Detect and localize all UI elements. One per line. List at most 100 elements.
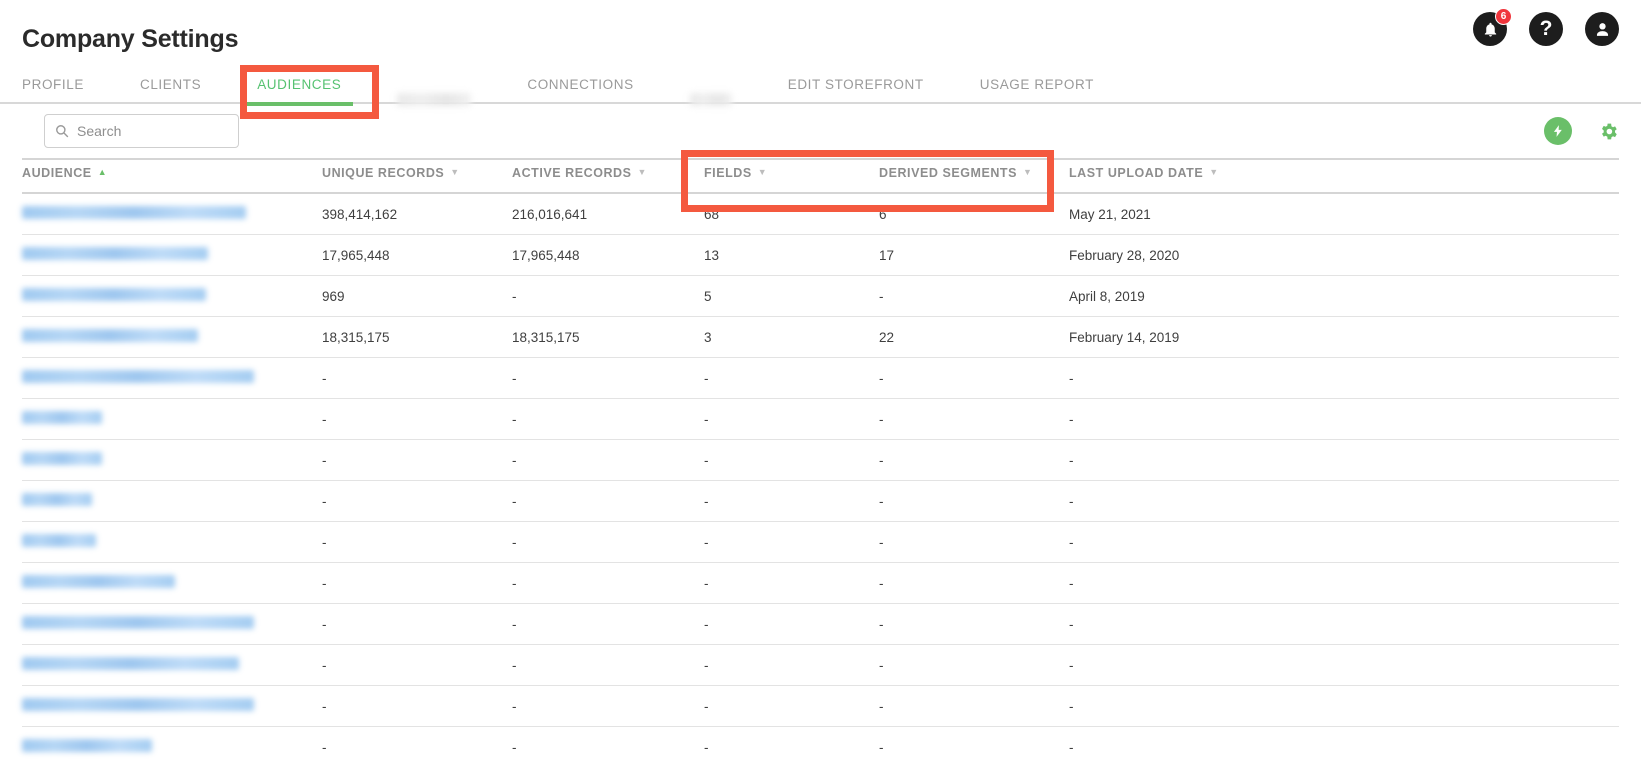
- audience-name-link[interactable]: [22, 206, 246, 219]
- tab-audiences[interactable]: AUDIENCES: [245, 77, 354, 106]
- cell-unique-records: 969: [322, 275, 512, 317]
- tab-redacted-2[interactable]: [690, 92, 732, 104]
- audience-name-link[interactable]: [22, 698, 254, 711]
- cell-active-records: -: [512, 439, 704, 481]
- cell-fields: 5: [704, 275, 879, 317]
- cell-derived-segments: -: [879, 685, 1069, 727]
- cell-active-records: 18,315,175: [512, 316, 704, 358]
- settings-tab-bar: PROFILE CLIENTS AUDIENCES CONNECTIONS ED…: [0, 64, 1641, 106]
- column-header-unique-records-label: UNIQUE RECORDS: [322, 166, 445, 180]
- cell-audience-name[interactable]: [22, 685, 322, 727]
- cell-audience-name[interactable]: [22, 644, 322, 686]
- table-header: AUDIENCE ▲ UNIQUE RECORDS ▼ ACTIVE RECORDS…: [22, 158, 1619, 194]
- cell-derived-segments: -: [879, 398, 1069, 440]
- tab-profile[interactable]: PROFILE: [22, 77, 84, 104]
- cell-audience-name[interactable]: [22, 275, 322, 317]
- quick-action-bolt-icon[interactable]: [1544, 117, 1572, 145]
- tab-connections[interactable]: CONNECTIONS: [527, 77, 633, 104]
- chevron-down-icon: ▼: [1209, 167, 1219, 177]
- cell-fields: -: [704, 521, 879, 563]
- cell-fields: -: [704, 726, 879, 766]
- search-box[interactable]: [44, 114, 239, 148]
- tab-clients[interactable]: CLIENTS: [140, 77, 201, 104]
- cell-audience-name[interactable]: [22, 193, 322, 235]
- table-row: 17,965,448 17,965,448 13 17 February 28, 202…: [22, 234, 1619, 276]
- cell-derived-segments: -: [879, 521, 1069, 563]
- cell-active-records: -: [512, 480, 704, 522]
- audience-name-link[interactable]: [22, 657, 239, 670]
- help-question-icon[interactable]: ?: [1529, 12, 1563, 46]
- settings-gear-icon[interactable]: [1598, 121, 1619, 142]
- table-row: -----: [22, 562, 1619, 604]
- tab-usage-report[interactable]: USAGE REPORT: [980, 77, 1094, 104]
- cell-active-records: 216,016,641: [512, 193, 704, 235]
- audience-name-link[interactable]: [22, 452, 102, 465]
- user-avatar-icon[interactable]: [1585, 12, 1619, 46]
- column-header-active-records-label: ACTIVE RECORDS: [512, 166, 632, 180]
- cell-unique-records: -: [322, 644, 512, 686]
- cell-derived-segments: -: [879, 603, 1069, 645]
- cell-audience-name[interactable]: [22, 357, 322, 399]
- audience-name-link[interactable]: [22, 288, 206, 301]
- search-input[interactable]: [77, 123, 228, 139]
- cell-fields: -: [704, 603, 879, 645]
- notification-count-badge: 6: [1495, 8, 1512, 25]
- column-header-audience[interactable]: AUDIENCE ▲: [22, 158, 322, 194]
- cell-fields: -: [704, 398, 879, 440]
- audience-name-link[interactable]: [22, 493, 92, 506]
- cell-unique-records: -: [322, 398, 512, 440]
- cell-fields: 13: [704, 234, 879, 276]
- cell-audience-name[interactable]: [22, 439, 322, 481]
- cell-last-upload-date: -: [1069, 357, 1619, 399]
- audience-name-link[interactable]: [22, 534, 96, 547]
- cell-last-upload-date: February 28, 2020: [1069, 234, 1619, 276]
- gear-glyph: [1602, 123, 1617, 139]
- cell-fields: -: [704, 644, 879, 686]
- cell-unique-records: 17,965,448: [322, 234, 512, 276]
- cell-fields: -: [704, 480, 879, 522]
- chevron-down-icon: ▼: [637, 167, 647, 177]
- cell-audience-name[interactable]: [22, 562, 322, 604]
- cell-unique-records: 18,315,175: [322, 316, 512, 358]
- audience-name-link[interactable]: [22, 616, 254, 629]
- tab-edit-storefront[interactable]: EDIT STOREFRONT: [788, 77, 924, 104]
- audience-name-link[interactable]: [22, 739, 152, 752]
- cell-audience-name[interactable]: [22, 316, 322, 358]
- column-header-active-records[interactable]: ACTIVE RECORDS ▼: [512, 158, 704, 194]
- column-header-fields[interactable]: FIELDS ▼: [704, 158, 879, 194]
- audience-name-link[interactable]: [22, 247, 208, 260]
- notifications-bell-icon[interactable]: 6: [1473, 8, 1512, 46]
- cell-audience-name[interactable]: [22, 726, 322, 766]
- table-row: 969-5- April 8, 2019: [22, 275, 1619, 317]
- cell-audience-name[interactable]: [22, 398, 322, 440]
- cell-audience-name[interactable]: [22, 480, 322, 522]
- cell-derived-segments: -: [879, 562, 1069, 604]
- cell-unique-records: -: [322, 726, 512, 766]
- cell-active-records: -: [512, 726, 704, 766]
- cell-last-upload-date: -: [1069, 685, 1619, 727]
- cell-audience-name[interactable]: [22, 234, 322, 276]
- cell-derived-segments: -: [879, 275, 1069, 317]
- cell-fields: -: [704, 357, 879, 399]
- lightning-bolt-glyph: [1553, 125, 1562, 137]
- cell-fields: 3: [704, 316, 879, 358]
- cell-active-records: -: [512, 521, 704, 563]
- audience-name-link[interactable]: [22, 329, 198, 342]
- audience-name-link[interactable]: [22, 370, 254, 383]
- toolbar-actions: [1544, 117, 1619, 145]
- cell-audience-name[interactable]: [22, 603, 322, 645]
- cell-audience-name[interactable]: [22, 521, 322, 563]
- column-header-last-upload-date-label: LAST UPLOAD DATE: [1069, 166, 1204, 180]
- cell-derived-segments: -: [879, 480, 1069, 522]
- header-icon-group: 6 ?: [1473, 8, 1619, 46]
- column-header-derived-segments[interactable]: DERIVED SEGMENTS ▼: [879, 158, 1069, 194]
- audience-name-link[interactable]: [22, 411, 102, 424]
- audiences-table: AUDIENCE ▲ UNIQUE RECORDS ▼ ACTIVE RECORDS…: [22, 158, 1619, 766]
- cell-unique-records: 398,414,162: [322, 193, 512, 235]
- column-header-unique-records[interactable]: UNIQUE RECORDS ▼: [322, 158, 512, 194]
- cell-derived-segments: -: [879, 357, 1069, 399]
- tab-redacted-1[interactable]: [397, 92, 471, 104]
- audience-name-link[interactable]: [22, 575, 175, 588]
- column-header-last-upload-date[interactable]: LAST UPLOAD DATE ▼: [1069, 158, 1619, 194]
- cell-last-upload-date: -: [1069, 398, 1619, 440]
